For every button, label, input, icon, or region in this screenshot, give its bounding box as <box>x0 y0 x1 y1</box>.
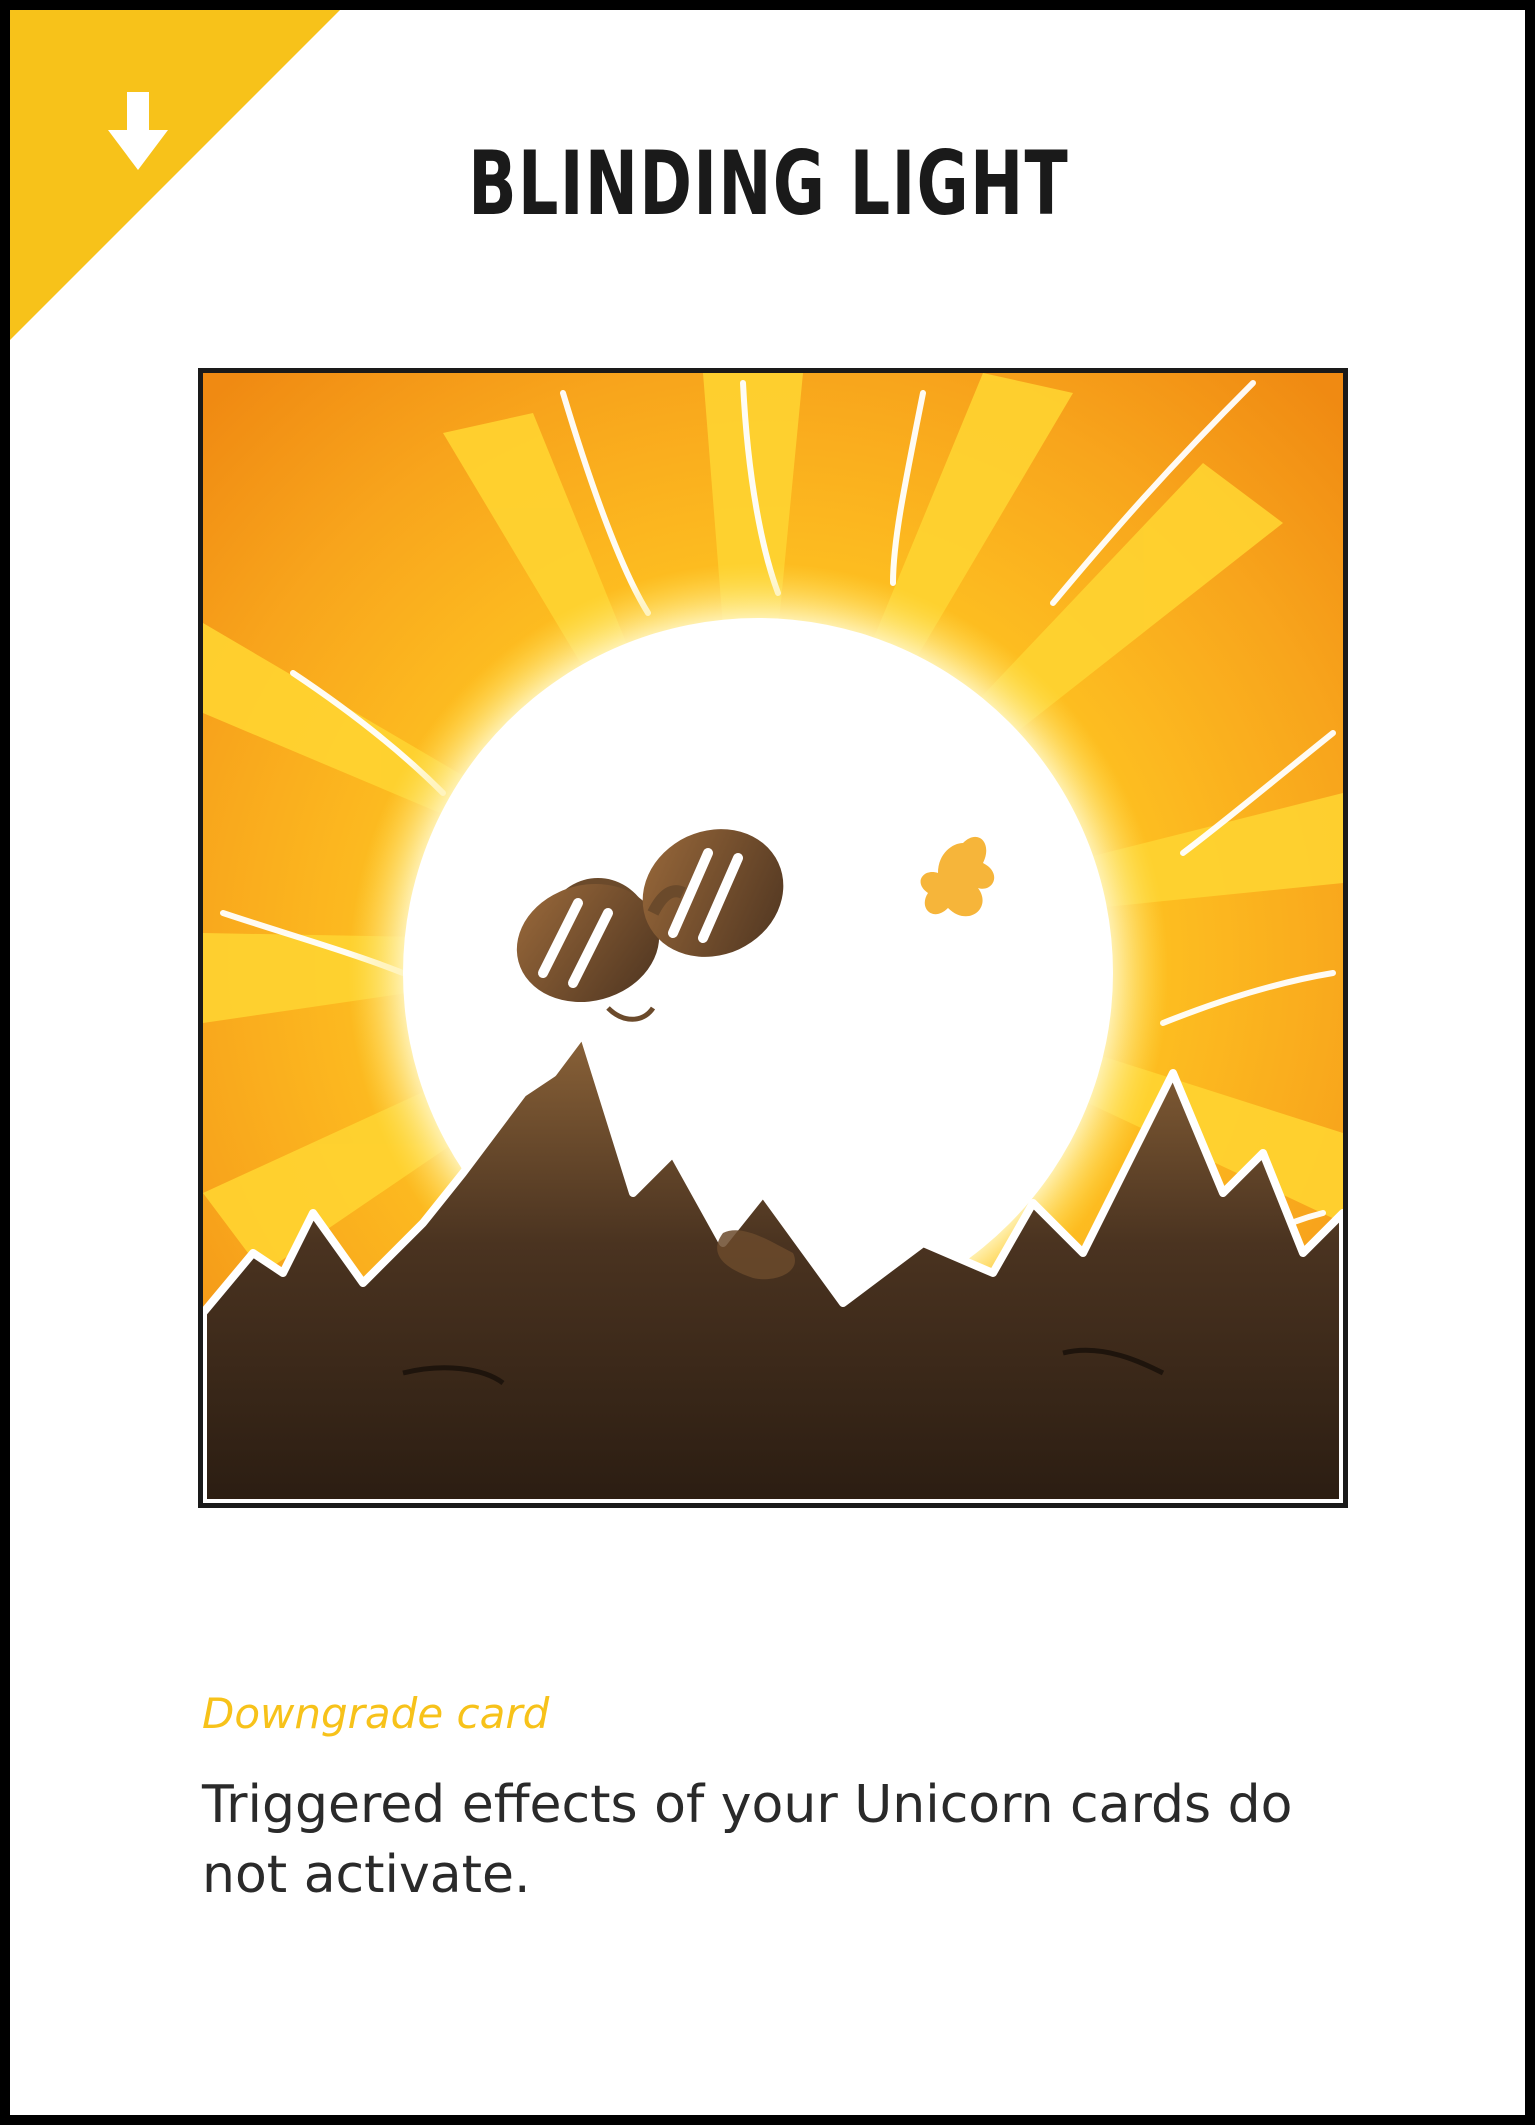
card-type-label: Downgrade card <box>202 1689 550 1738</box>
card-title: BLINDING LIGHT <box>468 132 1070 235</box>
card-effect-text: Triggered effects of your Unicorn cards … <box>202 1775 1293 1905</box>
card-artwork <box>198 368 1348 1508</box>
card: BLINDING LIGHT Downgrade card Triggered … <box>10 10 1525 2115</box>
